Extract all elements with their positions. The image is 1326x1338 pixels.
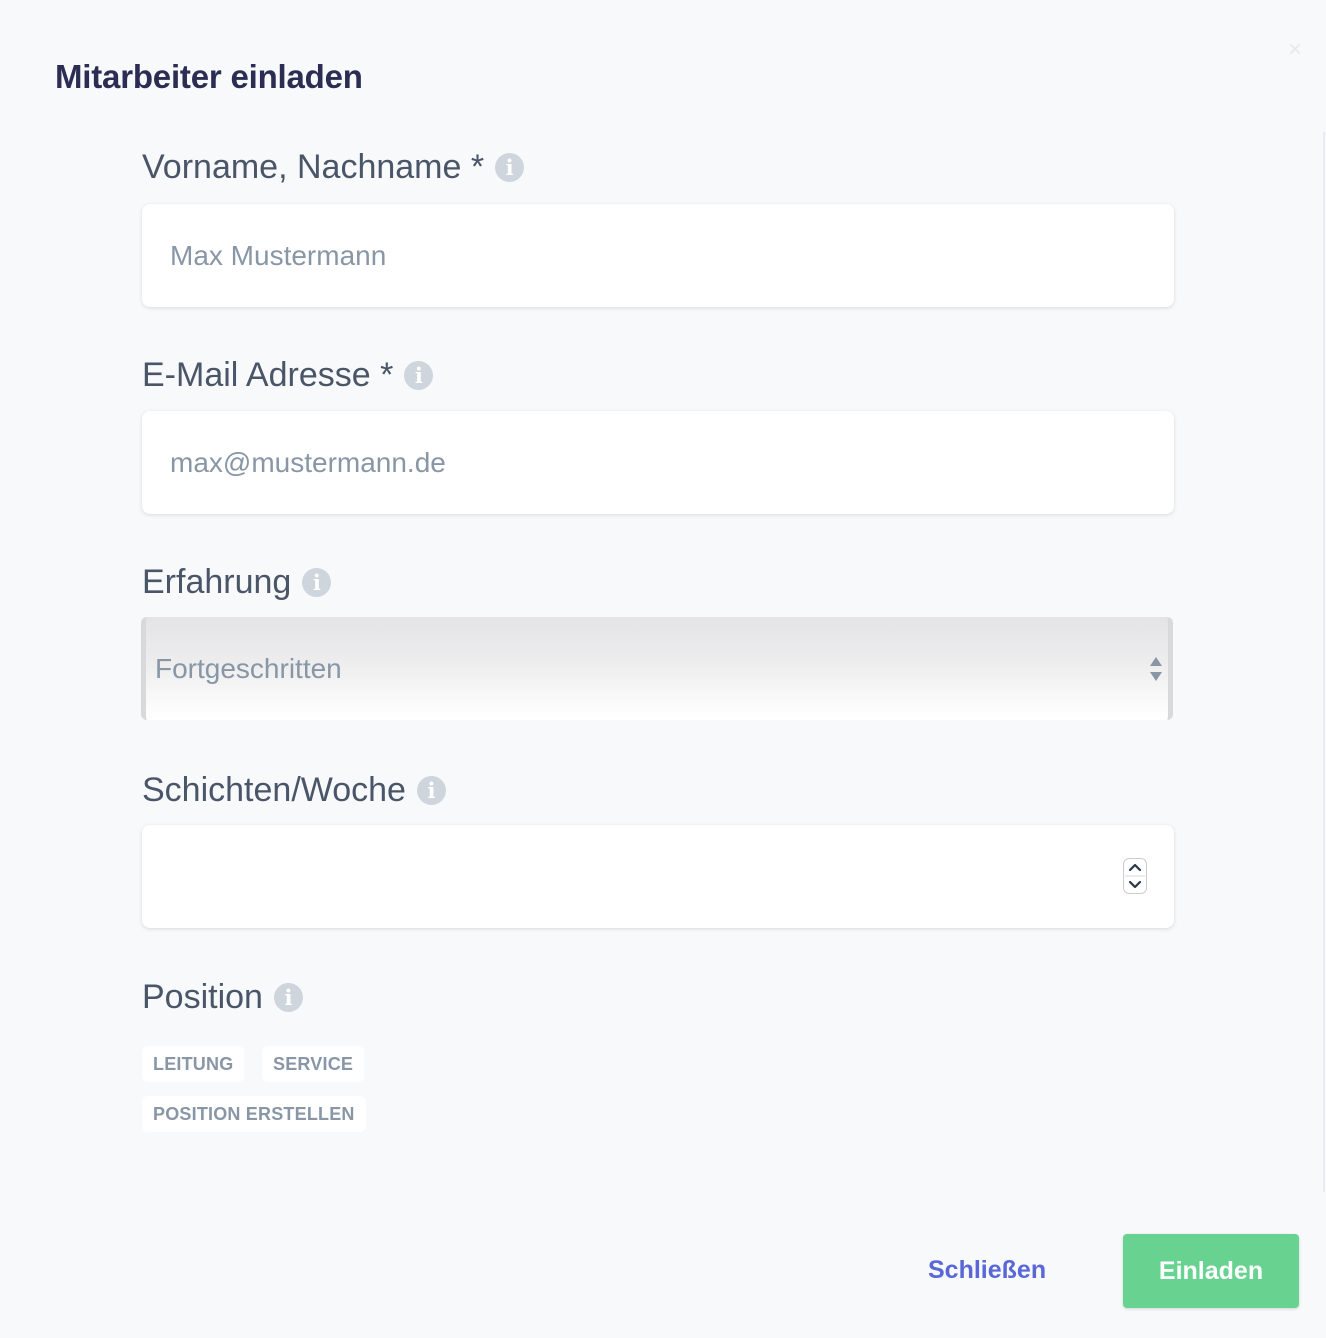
create-position-button[interactable]: POSITION ERSTELLEN [142, 1096, 366, 1132]
info-circle-icon[interactable]: i [273, 983, 303, 1012]
invite-employee-modal: × Mitarbeiter einladen Vorname, Nachname… [0, 0, 1326, 1338]
shifts-number-input[interactable] [142, 825, 1174, 928]
info-circle-icon[interactable]: i [302, 568, 332, 597]
close-button[interactable]: Schließen [928, 1252, 1046, 1288]
select-arrows-icon [1150, 657, 1162, 681]
shifts-label: Schichten/Woche i [142, 771, 446, 810]
name-label-text: Vorname, Nachname * [142, 148, 485, 186]
info-circle-icon[interactable]: i [416, 776, 446, 805]
experience-label: Erfahrung i [142, 563, 332, 602]
position-chip[interactable]: SERVICE [262, 1046, 365, 1082]
name-placeholder: Max Mustermann [170, 239, 387, 271]
info-circle-icon[interactable]: i [404, 361, 434, 390]
position-label-text: Position [142, 978, 263, 1016]
stepper-arrows-icon [1125, 863, 1145, 889]
experience-label-text: Erfahrung [142, 563, 292, 601]
email-placeholder: max@mustermann.de [170, 446, 446, 478]
close-icon[interactable]: × [1283, 38, 1307, 62]
info-circle-icon[interactable]: i [495, 153, 525, 182]
name-input[interactable]: Max Mustermann [142, 204, 1174, 307]
modal-title: Mitarbeiter einladen [55, 58, 363, 95]
name-label: Vorname, Nachname * i [142, 148, 525, 187]
position-chip[interactable]: LEITUNG [142, 1046, 245, 1082]
email-input[interactable]: max@mustermann.de [142, 411, 1174, 514]
experience-selected-value: Fortgeschritten [155, 652, 342, 684]
shifts-label-text: Schichten/Woche [142, 771, 406, 809]
email-label-text: E-Mail Adresse * [142, 356, 394, 394]
number-stepper[interactable] [1123, 858, 1147, 894]
experience-select[interactable]: Fortgeschritten [141, 617, 1173, 720]
invite-button[interactable]: Einladen [1123, 1234, 1299, 1308]
position-label: Position i [142, 978, 303, 1017]
email-label: E-Mail Adresse * i [142, 356, 434, 395]
scrollbar[interactable] [1323, 132, 1325, 1192]
